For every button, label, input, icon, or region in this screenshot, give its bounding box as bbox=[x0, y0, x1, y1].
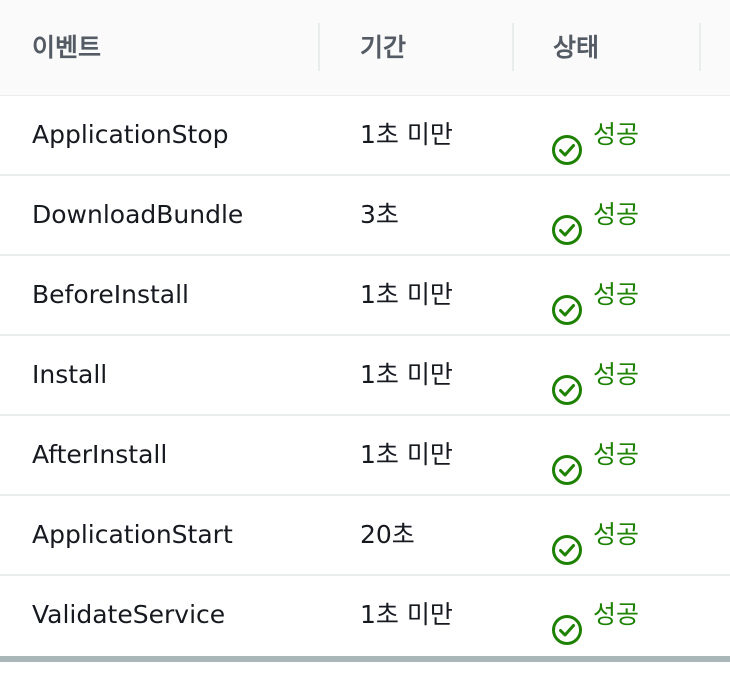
column-header-status[interactable]: 상태 bbox=[553, 0, 599, 95]
status-cell: 성공 bbox=[551, 256, 639, 334]
event-name: Install bbox=[32, 360, 108, 389]
status-cell: 성공 bbox=[551, 96, 639, 174]
status-cell: 성공 bbox=[551, 496, 639, 574]
status-text: 성공 bbox=[593, 280, 640, 309]
success-check-circle-icon bbox=[551, 199, 583, 245]
event-duration: 1초 미만 bbox=[360, 440, 453, 469]
column-resizer[interactable] bbox=[512, 23, 514, 71]
event-name: BeforeInstall bbox=[32, 280, 189, 309]
status-text: 성공 bbox=[593, 360, 640, 389]
event-duration: 1초 미만 bbox=[360, 360, 453, 389]
event-duration: 1초 미만 bbox=[360, 120, 453, 149]
success-check-circle-icon bbox=[551, 599, 583, 645]
status-cell: 성공 bbox=[551, 416, 639, 494]
status-text: 성공 bbox=[593, 600, 640, 629]
status-text: 성공 bbox=[593, 520, 640, 549]
table-bottom-border bbox=[0, 656, 730, 662]
status-text: 성공 bbox=[593, 440, 640, 469]
success-check-circle-icon bbox=[551, 439, 583, 485]
column-resizer[interactable] bbox=[318, 23, 320, 71]
lifecycle-events-table: 이벤트 기간 상태 ApplicationStop 1초 미만 성공 Downl… bbox=[0, 0, 730, 662]
status-text: 성공 bbox=[593, 200, 640, 229]
column-header-event[interactable]: 이벤트 bbox=[32, 0, 101, 95]
column-header-duration[interactable]: 기간 bbox=[360, 0, 406, 95]
table-row: BeforeInstall 1초 미만 성공 bbox=[0, 256, 730, 336]
event-duration: 3초 bbox=[360, 200, 399, 229]
event-name: ApplicationStop bbox=[32, 120, 229, 149]
success-check-circle-icon bbox=[551, 279, 583, 325]
event-name: DownloadBundle bbox=[32, 200, 244, 229]
success-check-circle-icon bbox=[551, 119, 583, 165]
status-text: 성공 bbox=[593, 120, 640, 149]
event-duration: 20초 bbox=[360, 520, 415, 549]
status-cell: 성공 bbox=[551, 336, 639, 414]
event-name: AfterInstall bbox=[32, 440, 168, 469]
success-check-circle-icon bbox=[551, 519, 583, 565]
status-cell: 성공 bbox=[551, 176, 639, 254]
table-row: ApplicationStart 20초 성공 bbox=[0, 496, 730, 576]
table-row: ApplicationStop 1초 미만 성공 bbox=[0, 96, 730, 176]
table-header: 이벤트 기간 상태 bbox=[0, 0, 730, 96]
table-row: AfterInstall 1초 미만 성공 bbox=[0, 416, 730, 496]
table-row: Install 1초 미만 성공 bbox=[0, 336, 730, 416]
event-duration: 1초 미만 bbox=[360, 280, 453, 309]
status-cell: 성공 bbox=[551, 576, 639, 654]
event-name: ApplicationStart bbox=[32, 520, 233, 549]
table-row: ValidateService 1초 미만 성공 bbox=[0, 576, 730, 656]
table-row: DownloadBundle 3초 성공 bbox=[0, 176, 730, 256]
column-resizer[interactable] bbox=[699, 23, 701, 71]
event-duration: 1초 미만 bbox=[360, 600, 453, 629]
event-name: ValidateService bbox=[32, 600, 226, 629]
success-check-circle-icon bbox=[551, 359, 583, 405]
